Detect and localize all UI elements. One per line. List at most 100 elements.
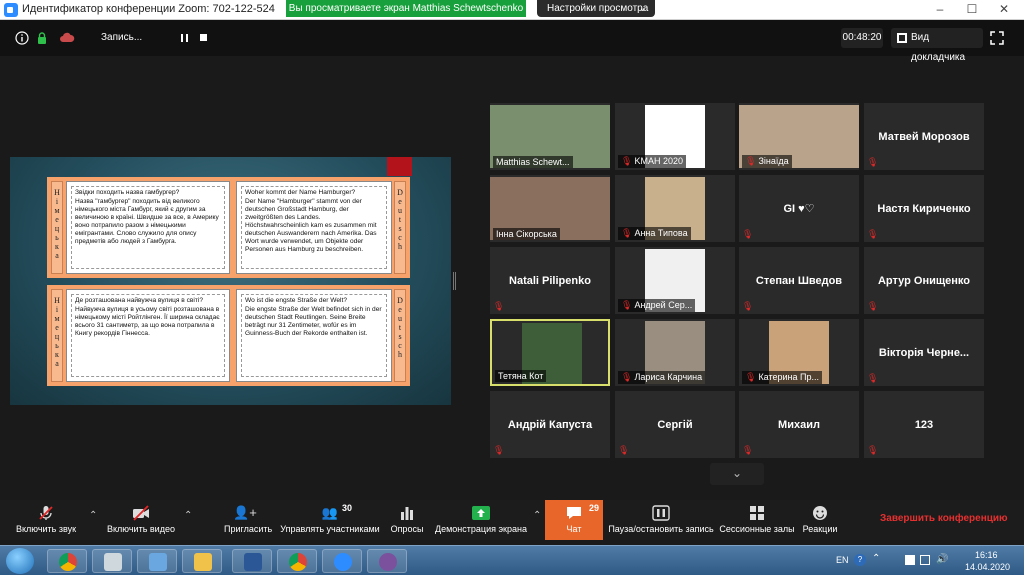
participant-tile[interactable]: Михаил 🎙 [739,391,859,458]
mic-muted-icon: 🎙 [867,301,879,311]
language-indicator[interactable]: EN [836,555,849,565]
manage-participants-label: Управлять участниками [280,524,380,534]
reactions-button[interactable]: Реакции [800,500,840,540]
grid-view-icon [897,33,907,43]
tray-arrow-icon[interactable]: ⌃ [872,553,880,564]
participant-name: Матвей Морозов [878,130,970,143]
mic-muted-icon: 🎙 [867,373,879,383]
mic-muted-icon: 🎙 [618,445,630,455]
participant-tile[interactable]: Артур Онищенко 🎙 [864,247,984,314]
participant-tile[interactable]: 🎙 Лариса Карчина [615,319,735,386]
invite-button[interactable]: 👤+ Пригласить [224,500,273,540]
speaker-view-button[interactable]: Вид докладчика [891,28,983,63]
share-options-chevron-icon[interactable]: ⌃ [533,510,541,521]
shared-screen: Німецька Звідки походить назва гамбургер… [10,157,451,405]
participant-tile[interactable]: 🎙 KMAH 2020 [615,103,735,170]
chat-button[interactable]: Чат 29 [545,500,603,540]
reactions-label: Реакции [802,524,838,534]
clock-time[interactable]: 16:16 [975,550,998,560]
unmute-button[interactable]: Включить звук [8,500,84,540]
zoom-icon [334,553,352,571]
chat-icon [567,507,581,519]
participant-name-text: Тетяна Кот [498,371,544,381]
participant-name: Настя Кириченко [877,202,971,215]
start-button[interactable] [6,548,34,574]
participant-tile[interactable]: 🎙 Зінаїда [739,103,859,170]
pause-stop-recording-button[interactable]: Пауза/остановить запись [608,500,714,540]
taskbar-zoom[interactable] [322,549,362,573]
clock-date[interactable]: 14.04.2020 [965,562,1010,572]
taskbar-chrome-2[interactable] [277,549,317,573]
taskbar-control-panel[interactable] [137,549,177,573]
card-german-hamburger: Woher kommt der Name Hamburger? Der Name… [236,181,392,274]
maximize-button[interactable]: ☐ [958,0,986,20]
participant-tile[interactable]: Інна Сікорська [490,175,610,242]
slide-row-narrowest-street: Німецька Де розташована найвужча вулиця … [47,285,410,386]
participant-name: 🎙 Анна Типова [618,227,691,240]
speaker-view-label: Вид докладчика [911,32,966,63]
side-label-deutsch: Deutsch [394,181,406,274]
window-title: Идентификатор конференции Zoom: 702-122-… [22,3,275,15]
card-german-street: Wo ist die engste Straße der Welt? Die e… [236,289,392,382]
audio-options-chevron-icon[interactable]: ⌃ [89,510,97,521]
participant-tile[interactable]: 🎙 Катерина Пр... [739,319,859,386]
end-meeting-button[interactable]: Завершить конференцию [880,513,1008,524]
participant-tile[interactable]: 123 🎙 [864,391,984,458]
mic-muted-icon: 🎙 [745,372,757,382]
participant-name-text: Катерина Пр... [758,372,819,382]
card-text: Die engste Straße der Welt befindet sich… [245,306,382,337]
polls-button[interactable]: Опросы [388,500,426,540]
video-options-chevron-icon[interactable]: ⌃ [184,510,192,521]
share-screen-button[interactable]: Демонстрация экрана [434,500,528,540]
participant-name-text: Андрей Сер... [634,300,693,310]
taskbar-viber[interactable] [367,549,407,573]
mic-muted-icon: 🎙 [867,445,879,455]
notes-icon [104,553,122,571]
participant-tile[interactable]: Настя Кириченко 🎙 [864,175,984,242]
participant-tile[interactable]: Natali Pilipenko 🎙 [490,247,610,314]
card-text: Der Name "Hamburger" stammt von der deut… [245,198,377,253]
taskbar-explorer[interactable] [182,549,222,573]
pause-recording-icon[interactable] [181,34,188,42]
participant-tile[interactable]: Матвей Морозов 🎙 [864,103,984,170]
close-button[interactable]: ✕ [990,0,1018,20]
card-question: Woher kommt der Name Hamburger? [245,189,356,196]
stop-recording-icon[interactable] [200,34,207,41]
participant-name: 🎙 Лариса Карчина [618,371,706,384]
participants-count: 30 [342,503,353,513]
help-icon[interactable]: ? [854,554,866,566]
participant-tile[interactable]: Matthias Schewt... [490,103,610,170]
card-ukrainian-street: Де розташована найвужча вулиця в світі? … [66,289,230,382]
manage-participants-button[interactable]: 👥 Управлять участниками 30 [278,500,382,540]
breakout-rooms-button[interactable]: Сессионные залы [718,500,796,540]
participant-tile[interactable]: Степан Шведов 🎙 [739,247,859,314]
next-page-button[interactable]: ⌄ [710,463,764,485]
start-video-button[interactable]: Включить видео [103,500,179,540]
lock-icon[interactable] [35,31,49,45]
taskbar-word[interactable] [232,549,272,573]
participant-tile[interactable]: Вікторія Черне... 🎙 [864,319,984,386]
splitter-handle[interactable] [453,272,456,290]
network-icon[interactable] [920,555,930,565]
volume-icon[interactable]: 🔊 [936,554,948,565]
taskbar-chrome[interactable] [47,549,87,573]
video-off-icon [133,505,149,521]
taskbar-notes[interactable] [92,549,132,573]
polls-label: Опросы [390,524,424,534]
minimize-button[interactable]: – [926,0,954,20]
side-label-ukrainian: Німецька [51,181,63,274]
title-bar: Идентификатор конференции Zoom: 702-122-… [0,0,1024,20]
participant-tile[interactable]: 🎙 Анна Типова [615,175,735,242]
info-icon[interactable] [15,31,29,45]
invite-label: Пригласить [224,524,273,534]
participant-tile[interactable]: 🎙 Андрей Сер... [615,247,735,314]
polls-icon [401,507,413,520]
fullscreen-icon[interactable] [990,31,1004,45]
participant-tile[interactable]: Андрій Капуста 🎙 [490,391,610,458]
breakout-rooms-icon [750,506,764,520]
tray-flag-icon[interactable] [905,555,915,565]
view-settings-dropdown[interactable]: Настройки просмотра ⌄ [537,0,655,17]
participant-tile[interactable]: Сергій 🎙 [615,391,735,458]
participant-tile[interactable]: GI ♥♡ 🎙 [739,175,859,242]
participant-tile[interactable]: Тетяна Кот [490,319,610,386]
